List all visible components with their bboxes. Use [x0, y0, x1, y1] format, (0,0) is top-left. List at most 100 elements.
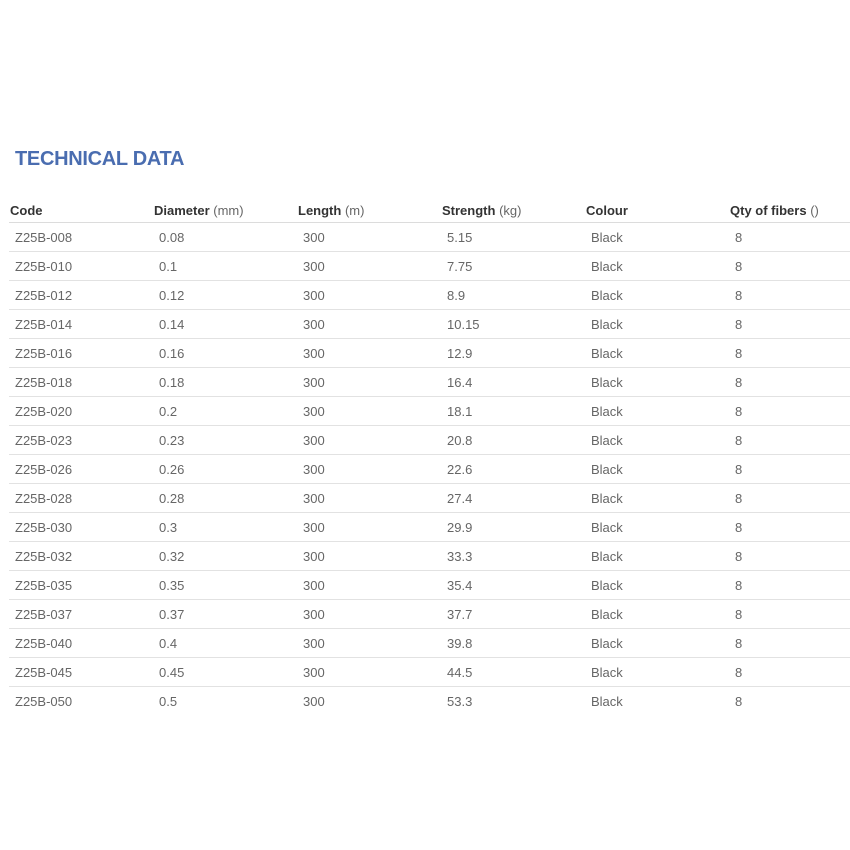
cell-diameter: 0.08: [153, 222, 297, 252]
cell-qty-of-fibers: 8: [729, 251, 850, 281]
cell-strength: 20.8: [441, 425, 585, 455]
table-row: Z25B-018 0.18 300 16.4 Black 8: [9, 367, 850, 397]
cell-qty-of-fibers: 8: [729, 367, 850, 397]
cell-colour: Black: [585, 425, 729, 455]
table-row: Z25B-014 0.14 300 10.15 Black 8: [9, 309, 850, 339]
cell-strength: 22.6: [441, 454, 585, 484]
column-label: Qty of fibers: [730, 202, 807, 218]
table-row: Z25B-035 0.35 300 35.4 Black 8: [9, 570, 850, 600]
cell-colour: Black: [585, 483, 729, 513]
cell-colour: Black: [585, 222, 729, 252]
column-label: Diameter: [154, 202, 210, 218]
table-row: Z25B-028 0.28 300 27.4 Black 8: [9, 483, 850, 513]
column-unit: (kg): [499, 202, 522, 218]
cell-diameter: 0.12: [153, 280, 297, 310]
cell-code: Z25B-032: [9, 541, 153, 571]
cell-strength: 18.1: [441, 396, 585, 426]
table-row: Z25B-045 0.45 300 44.5 Black 8: [9, 657, 850, 687]
cell-code: Z25B-050: [15, 693, 73, 709]
table-row: Z25B-050 0.5 300 53.3 Black 8: [9, 687, 850, 716]
cell-qty-of-fibers: 8: [729, 454, 850, 484]
cell-diameter: 0.37: [153, 599, 297, 629]
cell-code: Z25B-040: [9, 628, 153, 658]
table-row: Z25B-026 0.26 300 22.6 Black 8: [9, 454, 850, 484]
column-header-colour: Colour: [585, 198, 729, 223]
technical-data-table: Code Diameter (mm) Length (m) Strength (…: [9, 198, 850, 715]
cell-code: Z25B-028: [9, 483, 153, 513]
table-row: Z25B-016 0.16 300 12.9 Black 8: [9, 338, 850, 368]
cell-code: Z25B-023: [9, 425, 153, 455]
column-header-diameter: Diameter (mm): [153, 198, 297, 223]
cell-code: Z25B-012: [9, 280, 153, 310]
table-row: Z25B-037 0.37 300 37.7 Black 8: [9, 599, 850, 629]
column-label: Length: [298, 202, 342, 218]
cell-diameter: 0.5: [159, 693, 178, 709]
cell-length: 300: [297, 599, 441, 629]
cell-qty-of-fibers: 8: [729, 309, 850, 339]
cell-colour: Black: [585, 280, 729, 310]
cell-code: Z25B-035: [9, 570, 153, 600]
cell-length: 300: [297, 309, 441, 339]
cell-colour: Black: [585, 570, 729, 600]
cell-diameter: 0.4: [153, 628, 297, 658]
cell-colour: Black: [585, 338, 729, 368]
column-label: Strength: [442, 202, 496, 218]
cell-length: 300: [297, 338, 441, 368]
cell-strength: 10.15: [441, 309, 585, 339]
cell-code: Z25B-030: [9, 512, 153, 542]
cell-strength: 8.9: [441, 280, 585, 310]
cell-qty-of-fibers: 8: [729, 483, 850, 513]
cell-code: Z25B-026: [9, 454, 153, 484]
header-row: Code Diameter (mm) Length (m) Strength (…: [9, 198, 850, 223]
cell-diameter: 0.18: [153, 367, 297, 397]
cell-colour: Black: [585, 367, 729, 397]
cell-length: 300: [297, 512, 441, 542]
cell-qty-of-fibers: 8: [729, 280, 850, 310]
cell-length: 300: [297, 657, 441, 687]
cell-colour: Black: [585, 512, 729, 542]
cell-colour: Black: [585, 599, 729, 629]
table-row: Z25B-032 0.32 300 33.3 Black 8: [9, 541, 850, 571]
cell-strength: 37.7: [441, 599, 585, 629]
cell-qty-of-fibers: 8: [729, 338, 850, 368]
column-header-strength: Strength (kg): [441, 198, 585, 223]
cell-strength: 12.9: [441, 338, 585, 368]
table-row: Z25B-023 0.23 300 20.8 Black 8: [9, 425, 850, 455]
column-unit: (mm): [213, 202, 244, 218]
cell-diameter: 0.3: [153, 512, 297, 542]
cell-strength: 16.4: [441, 367, 585, 397]
column-header-qty-of-fibers: Qty of fibers (): [729, 198, 850, 223]
cell-diameter: 0.1: [153, 251, 297, 281]
table-header: Code Diameter (mm) Length (m) Strength (…: [9, 198, 850, 223]
cell-code: Z25B-020: [9, 396, 153, 426]
cell-colour: Black: [585, 454, 729, 484]
cell-qty-of-fibers: 8: [729, 657, 850, 687]
table-row: Z25B-010 0.1 300 7.75 Black 8: [9, 251, 850, 281]
cell-length: 300: [297, 367, 441, 397]
cell-qty-of-fibers: 8: [729, 425, 850, 455]
cell-code: Z25B-016: [9, 338, 153, 368]
cell-diameter: 0.16: [153, 338, 297, 368]
cell-colour: Black: [585, 309, 729, 339]
cell-colour: Black: [585, 541, 729, 571]
cell-strength: 27.4: [441, 483, 585, 513]
cell-strength: 5.15: [441, 222, 585, 252]
cell-code: Z25B-018: [9, 367, 153, 397]
cell-code: Z25B-010: [9, 251, 153, 281]
cell-diameter: 0.23: [153, 425, 297, 455]
cell-diameter: 0.2: [153, 396, 297, 426]
column-unit: (m): [344, 202, 365, 218]
cell-diameter: 0.45: [153, 657, 297, 687]
cell-length: 300: [297, 251, 441, 281]
cell-code: Z25B-045: [9, 657, 153, 687]
cell-qty-of-fibers: 8: [729, 541, 850, 571]
cell-colour: Black: [585, 251, 729, 281]
cell-length: 300: [297, 570, 441, 600]
cell-qty-of-fibers: 8: [729, 222, 850, 252]
column-label: Colour: [586, 202, 628, 218]
section-title: TECHNICAL DATA: [15, 148, 185, 170]
cell-qty-of-fibers: 8: [735, 693, 743, 709]
column-unit: (): [810, 202, 819, 218]
table-row: Z25B-012 0.12 300 8.9 Black 8: [9, 280, 850, 310]
column-header-code: Code: [9, 198, 153, 223]
